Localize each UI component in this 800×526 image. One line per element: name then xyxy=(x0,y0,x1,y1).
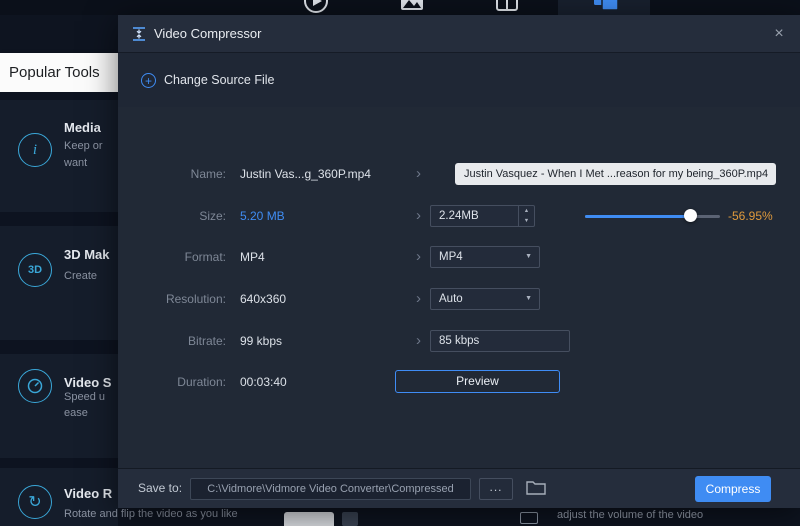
tool-desc: Rotate and flip the video as you like xyxy=(64,508,314,520)
speedometer-icon xyxy=(18,369,52,403)
format-selected: MP4 xyxy=(439,247,463,267)
size-slider-track[interactable] xyxy=(585,215,720,218)
size-percent: -56.95% xyxy=(728,204,790,228)
tool-title: Video S xyxy=(64,375,111,390)
chevron-right-icon: › xyxy=(416,204,430,227)
popular-tools-title: Popular Tools xyxy=(9,53,100,92)
resolution-source-value: 640x360 xyxy=(240,287,410,311)
size-input-value[interactable]: 2.24MB xyxy=(439,206,479,226)
open-folder-button[interactable] xyxy=(525,479,549,499)
compressor-icon xyxy=(131,26,147,42)
tool-desc: Create xyxy=(64,270,97,282)
popular-tools-panel: Popular Tools xyxy=(0,53,118,92)
row-name: Name: Justin Vas...g_360P.mp4 › Justin V… xyxy=(118,162,800,186)
chevron-right-icon: › xyxy=(416,245,430,268)
tools-sidebar: i Media Keep or want 3D 3D Mak Create Vi… xyxy=(0,92,118,526)
duration-label: Duration: xyxy=(138,370,226,394)
play-icon[interactable] xyxy=(303,0,329,14)
chevron-right-icon: › xyxy=(416,329,430,352)
step-down-icon[interactable]: ▼ xyxy=(519,216,534,226)
dialog-header: Video Compressor × xyxy=(118,15,800,53)
save-to-label: Save to: xyxy=(138,469,182,508)
row-size: Size: 5.20 MB › 2.24MB ▲ ▼ -56.95% xyxy=(118,204,800,228)
plus-icon[interactable]: + xyxy=(141,73,156,88)
tool-desc: Keep or xyxy=(64,140,103,152)
row-duration: Duration: 00:03:40 Preview xyxy=(118,370,800,394)
chevron-right-icon: › xyxy=(416,162,430,185)
background-fragment-icon xyxy=(342,512,358,526)
rotate-icon: ↻ xyxy=(18,485,52,519)
row-bitrate: Bitrate: 99 kbps › 85 kbps xyxy=(118,329,800,353)
name-label: Name: xyxy=(138,162,226,186)
output-name-input[interactable]: Justin Vasquez - When I Met ...reason fo… xyxy=(455,163,776,185)
change-source-file-button[interactable]: Change Source File xyxy=(164,66,274,94)
resolution-label: Resolution: xyxy=(138,287,226,311)
dialog-bottom-bar: Save to: C:\Vidmore\Vidmore Video Conver… xyxy=(118,468,800,508)
bitrate-label: Bitrate: xyxy=(138,329,226,353)
caret-down-icon: ▼ xyxy=(525,247,532,267)
compress-button[interactable]: Compress xyxy=(695,476,771,502)
bitrate-input[interactable]: 85 kbps xyxy=(430,330,570,352)
sidebar-item-video-speed[interactable]: Video S Speed u ease xyxy=(0,354,118,458)
format-label: Format: xyxy=(138,245,226,269)
sidebar-item-3d-maker[interactable]: 3D 3D Mak Create xyxy=(0,226,118,340)
caret-down-icon: ▼ xyxy=(525,289,532,309)
tool-title: Media xyxy=(64,120,101,135)
size-slider-fill xyxy=(585,215,690,218)
row-resolution: Resolution: 640x360 › Auto ▼ xyxy=(118,287,800,311)
sidebar-item-media[interactable]: i Media Keep or want xyxy=(0,100,118,212)
tool-desc: Speed u xyxy=(64,391,105,403)
size-stepper[interactable]: ▲ ▼ xyxy=(518,206,534,226)
background-volume-text: adjust the volume of the video xyxy=(557,509,703,521)
format-source-value: MP4 xyxy=(240,245,410,269)
size-spinner[interactable]: 2.24MB ▲ ▼ xyxy=(430,205,535,227)
tool-desc: want xyxy=(64,157,87,169)
dialog-title: Video Compressor xyxy=(154,15,261,53)
toolbox-active-icon[interactable] xyxy=(592,0,620,14)
resolution-selected: Auto xyxy=(439,289,463,309)
resolution-select[interactable]: Auto ▼ xyxy=(430,288,540,310)
top-toolbar xyxy=(0,0,800,15)
size-slider-handle[interactable] xyxy=(684,209,697,222)
bitrate-source-value: 99 kbps xyxy=(240,329,410,353)
step-up-icon[interactable]: ▲ xyxy=(519,206,534,216)
name-source-value: Justin Vas...g_360P.mp4 xyxy=(240,162,410,186)
duration-value: 00:03:40 xyxy=(240,370,410,394)
save-path-field[interactable]: C:\Vidmore\Vidmore Video Converter\Compr… xyxy=(190,478,471,500)
tool-title: Video R xyxy=(64,486,112,501)
video-compressor-dialog: Video Compressor × + Change Source File … xyxy=(118,15,800,508)
preview-button[interactable]: Preview xyxy=(395,370,560,393)
collage-icon[interactable] xyxy=(494,0,520,14)
size-label: Size: xyxy=(138,204,226,228)
image-icon[interactable] xyxy=(399,0,425,14)
browse-more-button[interactable]: ... xyxy=(479,478,513,500)
size-source-value: 5.20 MB xyxy=(240,204,410,228)
info-icon: i xyxy=(18,133,52,167)
folder-icon xyxy=(525,479,547,497)
background-folder-icon xyxy=(520,512,538,524)
tool-title: 3D Mak xyxy=(64,247,110,262)
sidebar-item-video-rotator[interactable]: ↻ Video R Rotate and flip the video as y… xyxy=(0,468,118,526)
tool-desc: ease xyxy=(64,407,88,419)
close-icon[interactable]: × xyxy=(768,15,790,53)
format-select[interactable]: MP4 ▼ xyxy=(430,246,540,268)
chevron-right-icon: › xyxy=(416,287,430,310)
3d-maker-icon: 3D xyxy=(18,253,52,287)
background-fragment-pill xyxy=(284,512,334,526)
row-format: Format: MP4 › MP4 ▼ xyxy=(118,245,800,269)
screen: Popular Tools i Media Keep or want 3D 3D… xyxy=(0,0,800,526)
